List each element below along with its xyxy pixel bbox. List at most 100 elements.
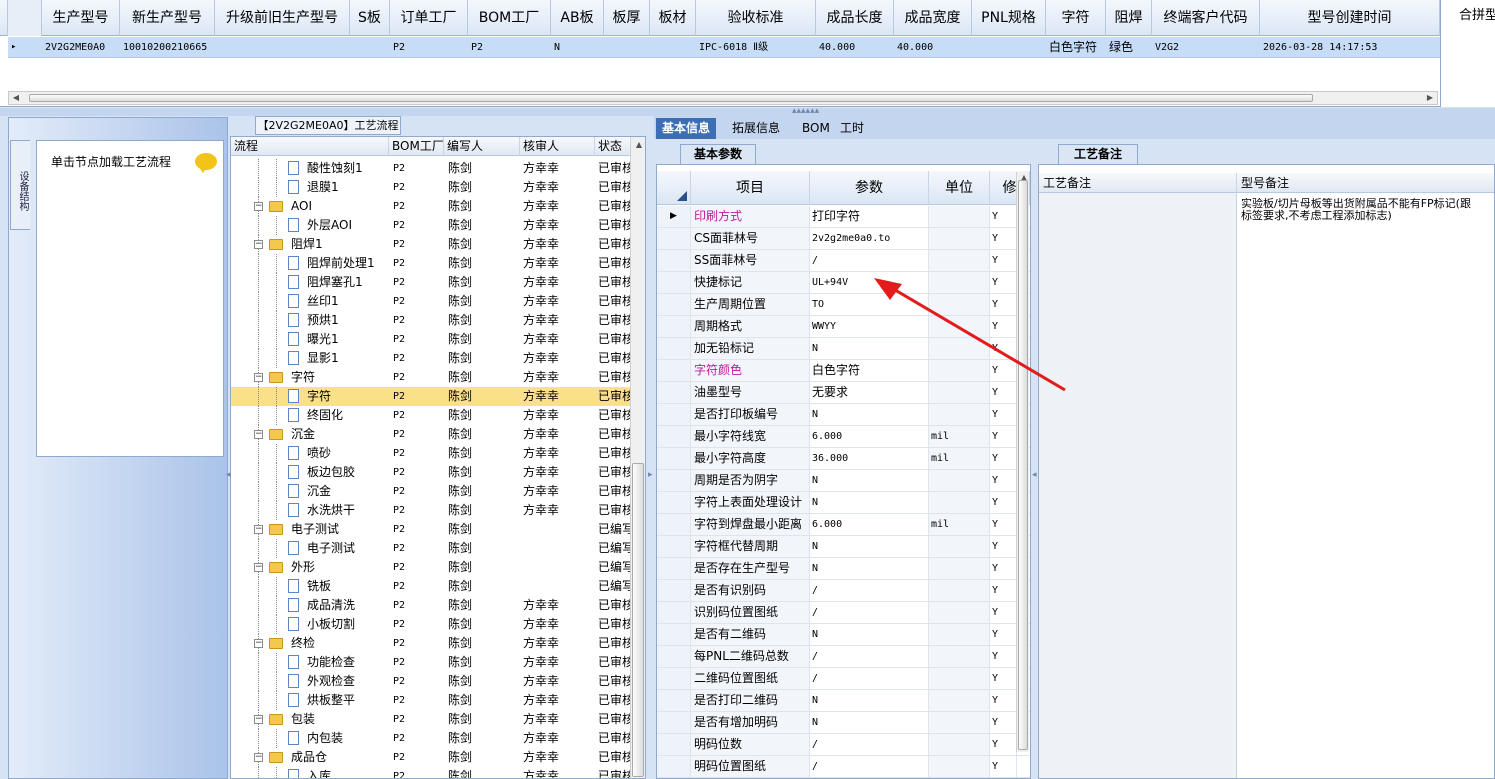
param-value[interactable]: N bbox=[810, 492, 929, 513]
collapse-icon[interactable]: − bbox=[254, 525, 263, 534]
flow-row[interactable]: 喷砂 P2 陈剑 方幸幸 已审核 bbox=[231, 444, 631, 463]
flow-row[interactable]: 预烘1 P2 陈剑 方幸幸 已审核 bbox=[231, 311, 631, 330]
param-row[interactable]: 是否存在生产型号 N Y bbox=[657, 558, 1030, 580]
param-row[interactable]: 是否有增加明码 N Y bbox=[657, 712, 1030, 734]
cell-pnl[interactable] bbox=[972, 37, 1046, 58]
scroll-left-icon[interactable]: ◀ bbox=[9, 92, 23, 104]
col-solder[interactable]: 阻焊 bbox=[1106, 0, 1152, 36]
param-value[interactable]: / bbox=[810, 580, 929, 601]
col-char[interactable]: 字符 bbox=[1046, 0, 1106, 36]
cell-standard[interactable]: IPC-6018 Ⅱ级 bbox=[696, 37, 816, 58]
flow-vertical-scrollbar[interactable]: ▲ bbox=[630, 137, 645, 778]
param-row[interactable]: ▶ 印刷方式 打印字符 Y bbox=[657, 206, 1030, 228]
cell-order-factory[interactable]: P2 bbox=[390, 37, 468, 58]
scroll-right-icon[interactable]: ▶ bbox=[1423, 92, 1437, 104]
flow-row[interactable]: 字符 P2 陈剑 方幸幸 已审核 bbox=[231, 387, 631, 406]
flow-row[interactable]: 电子测试 P2 陈剑 已编写 bbox=[231, 539, 631, 558]
collapse-icon[interactable]: − bbox=[254, 373, 263, 382]
tab-work-hours[interactable]: 工时 bbox=[834, 118, 870, 139]
flow-scroll-thumb[interactable] bbox=[632, 463, 644, 777]
tab-basic-params[interactable]: 基本参数 bbox=[680, 144, 756, 164]
param-row[interactable]: CS面菲林号 2v2g2me0a0.to Y bbox=[657, 228, 1030, 250]
flow-row[interactable]: 显影1 P2 陈剑 方幸幸 已审核 bbox=[231, 349, 631, 368]
param-row[interactable]: 字符到焊盘最小距离 6.000 mil Y bbox=[657, 514, 1030, 536]
flow-row[interactable]: 入库 P2 陈剑 方幸幸 已审核 bbox=[231, 767, 631, 778]
param-row[interactable]: 每PNL二维码总数 / Y bbox=[657, 646, 1030, 668]
cell-created[interactable]: 2026-03-28 14:17:53 bbox=[1260, 37, 1440, 58]
structure-tree-area[interactable]: 单击节点加载工艺流程 bbox=[36, 140, 224, 457]
flow-row[interactable]: 成品清洗 P2 陈剑 方幸幸 已审核 bbox=[231, 596, 631, 615]
param-modify-flag[interactable]: Y bbox=[990, 558, 1017, 579]
param-value[interactable]: 6.000 bbox=[810, 426, 929, 447]
flow-row[interactable]: − 字符 P2 陈剑 方幸幸 已审核 bbox=[231, 368, 631, 387]
col-thickness[interactable]: 板厚 bbox=[604, 0, 650, 36]
col-flow[interactable]: 流程 bbox=[231, 137, 389, 156]
col-writer[interactable]: 编写人 bbox=[444, 137, 520, 156]
col-ab-board[interactable]: AB板 bbox=[551, 0, 604, 36]
table-row[interactable]: ▸ 2V2G2ME0A0 10010200210665 P2 P2 N IPC-… bbox=[0, 37, 1440, 58]
param-modify-flag[interactable]: Y bbox=[990, 404, 1017, 425]
param-row[interactable]: 字符框代替周期 N Y bbox=[657, 536, 1030, 558]
cell-ab-board[interactable]: N bbox=[551, 37, 604, 58]
param-row[interactable]: 是否打印板编号 N Y bbox=[657, 404, 1030, 426]
param-modify-flag[interactable]: Y bbox=[990, 514, 1017, 535]
col-material[interactable]: 板材 bbox=[650, 0, 696, 36]
scroll-thumb[interactable] bbox=[29, 94, 1313, 102]
mid-splitter-grip-icon[interactable]: ▸ bbox=[648, 470, 653, 480]
param-row[interactable]: SS面菲林号 / Y bbox=[657, 250, 1030, 272]
col-process-remark[interactable]: 工艺备注 bbox=[1039, 173, 1237, 193]
param-value[interactable]: / bbox=[810, 602, 929, 623]
param-modify-flag[interactable]: Y bbox=[990, 536, 1017, 557]
param-modify-flag[interactable]: Y bbox=[990, 580, 1017, 601]
splitter-grip-icon[interactable]: ▴▴▴▴▴▴ bbox=[792, 106, 819, 116]
collapse-icon[interactable]: − bbox=[254, 639, 263, 648]
col-pnl[interactable]: PNL规格 bbox=[972, 0, 1046, 36]
flow-row[interactable]: 丝印1 P2 陈剑 方幸幸 已审核 bbox=[231, 292, 631, 311]
col-reviewer[interactable]: 核审人 bbox=[520, 137, 595, 156]
param-modify-flag[interactable]: Y bbox=[990, 426, 1017, 447]
param-row[interactable]: 最小字符线宽 6.000 mil Y bbox=[657, 426, 1030, 448]
col-length[interactable]: 成品长度 bbox=[816, 0, 894, 36]
cell-client-code[interactable]: V2G2 bbox=[1152, 37, 1260, 58]
param-row[interactable]: 最小字符高度 36.000 mil Y bbox=[657, 448, 1030, 470]
param-value[interactable]: / bbox=[810, 668, 929, 689]
param-modify-flag[interactable]: Y bbox=[990, 646, 1017, 667]
flow-row[interactable]: 功能检查 P2 陈剑 方幸幸 已审核 bbox=[231, 653, 631, 672]
cell-old-model[interactable] bbox=[215, 37, 350, 58]
flow-row[interactable]: − 成品仓 P2 陈剑 方幸幸 已审核 bbox=[231, 748, 631, 767]
param-value[interactable]: 6.000 bbox=[810, 514, 929, 535]
flow-row[interactable]: 酸性蚀刻1 P2 陈剑 方幸幸 已审核 bbox=[231, 159, 631, 178]
collapse-icon[interactable]: − bbox=[254, 240, 263, 249]
param-value[interactable]: N bbox=[810, 624, 929, 645]
flow-row[interactable]: − AOI P2 陈剑 方幸幸 已审核 bbox=[231, 197, 631, 216]
param-row[interactable]: 明码位数 / Y bbox=[657, 734, 1030, 756]
col-bom-factory[interactable]: BOM工厂 bbox=[468, 0, 551, 36]
param-modify-flag[interactable]: Y bbox=[990, 624, 1017, 645]
tab-process-remarks[interactable]: 工艺备注 bbox=[1058, 144, 1138, 164]
top-horizontal-scrollbar[interactable]: ◀ ▶ bbox=[8, 91, 1438, 105]
col-client-code[interactable]: 终端客户代码 bbox=[1152, 0, 1260, 36]
flow-row[interactable]: 外观检查 P2 陈剑 方幸幸 已审核 bbox=[231, 672, 631, 691]
cell-length[interactable]: 40.000 bbox=[816, 37, 894, 58]
param-modify-flag[interactable]: Y bbox=[990, 712, 1017, 733]
param-row[interactable]: 识别码位置图纸 / Y bbox=[657, 602, 1030, 624]
param-modify-flag[interactable]: Y bbox=[990, 470, 1017, 491]
param-row[interactable]: 周期是否为阴字 N Y bbox=[657, 470, 1030, 492]
param-value[interactable]: 36.000 bbox=[810, 448, 929, 469]
flow-row[interactable]: 水洗烘干 P2 陈剑 方幸幸 已审核 bbox=[231, 501, 631, 520]
param-modify-flag[interactable]: Y bbox=[990, 492, 1017, 513]
cell-solder[interactable]: 绿色 bbox=[1106, 37, 1152, 58]
left-splitter-grip-icon[interactable]: ◂ bbox=[226, 470, 231, 480]
param-modify-flag[interactable]: Y bbox=[990, 756, 1017, 777]
param-value[interactable]: 打印字符 bbox=[810, 206, 929, 227]
tab-equipment-structure[interactable]: 设备结构 bbox=[10, 140, 30, 230]
col-width[interactable]: 成品宽度 bbox=[894, 0, 972, 36]
flow-row[interactable]: − 包装 P2 陈剑 方幸幸 已审核 bbox=[231, 710, 631, 729]
col-new-model[interactable]: 新生产型号 bbox=[120, 0, 215, 36]
param-value[interactable]: 2v2g2me0a0.to bbox=[810, 228, 929, 249]
flow-row[interactable]: 小板切割 P2 陈剑 方幸幸 已审核 bbox=[231, 615, 631, 634]
param-row[interactable]: 明码位置图纸 / Y bbox=[657, 756, 1030, 778]
flow-row[interactable]: 板边包胶 P2 陈剑 方幸幸 已审核 bbox=[231, 463, 631, 482]
cell-width[interactable]: 40.000 bbox=[894, 37, 972, 58]
flow-row[interactable]: 阻焊塞孔1 P2 陈剑 方幸幸 已审核 bbox=[231, 273, 631, 292]
